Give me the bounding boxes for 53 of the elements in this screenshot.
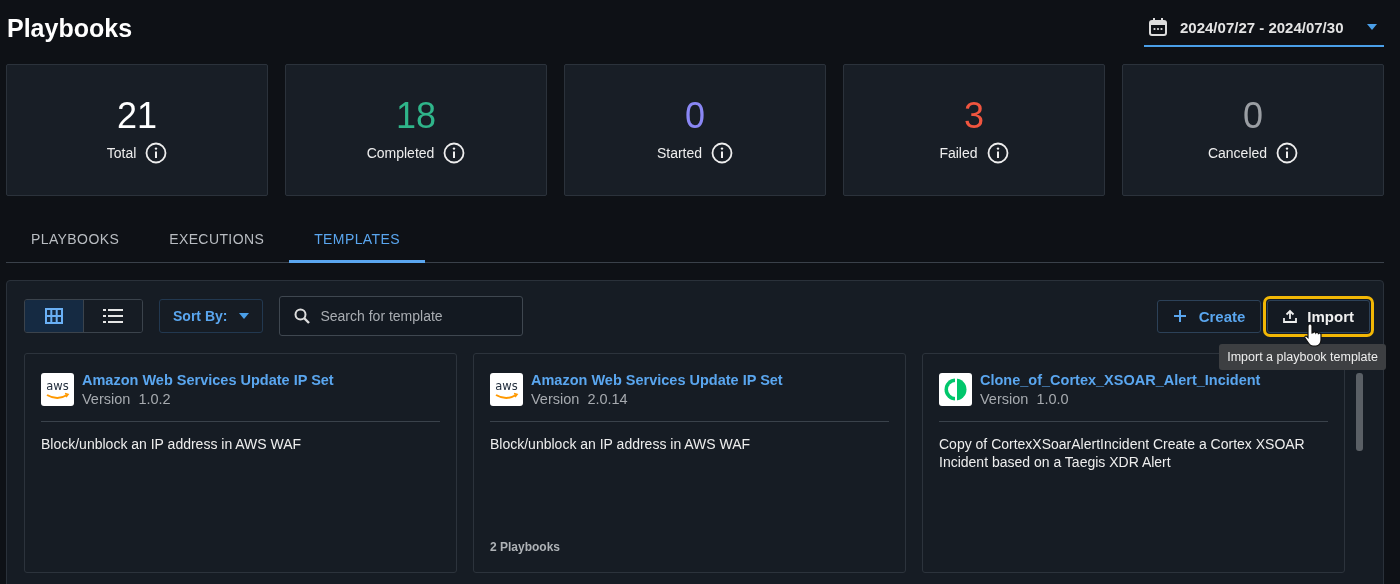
tab[interactable]: EXECUTIONS (144, 214, 290, 263)
upload-icon (1283, 309, 1298, 323)
tooltip: Import a playbook template (1219, 343, 1386, 370)
template-card[interactable]: aws Amazon Web Services Update IP Set Version 2.0.14 Block/unblock an IP address in AWS WAF 2 Playbooks (473, 353, 906, 573)
caret-icon (239, 313, 250, 319)
caret-icon (1366, 23, 1378, 31)
info-icon (711, 142, 734, 164)
calendar-icon (1148, 17, 1168, 37)
template-description: Block/unblock an IP address in AWS WAF (490, 435, 752, 453)
plus-icon (1172, 309, 1187, 323)
template-title[interactable]: Clone_of_Cortex_XSOAR_Alert_Incident (980, 372, 1261, 388)
list-icon (103, 309, 123, 323)
sort-dropdown[interactable]: Sort By: (159, 299, 264, 333)
stat-value: 21 (116, 96, 157, 136)
version-label: Version (531, 391, 580, 407)
tab[interactable]: PLAYBOOKS (6, 214, 145, 263)
stat-label: Total (106, 145, 137, 161)
page-title: Playbooks (7, 13, 133, 43)
info-icon (1276, 142, 1299, 164)
version-number: 2.0.14 (587, 391, 628, 407)
stat-value: 3 (964, 96, 984, 136)
grid-view-button[interactable] (25, 300, 83, 332)
version-label: Version (82, 391, 131, 407)
stat-label: Started (656, 145, 703, 161)
playbook-count: 2 Playbooks (490, 540, 562, 554)
stat-value: 0 (1243, 96, 1263, 136)
grid-icon (45, 308, 63, 324)
search-icon (294, 308, 311, 324)
version-number: 1.0.2 (138, 391, 171, 407)
search-field[interactable]: Search for template (279, 296, 524, 336)
version-label: Version (980, 391, 1029, 407)
stat-value: 0 (685, 96, 705, 136)
aws-logo-icon: aws (490, 373, 523, 406)
date-range-picker[interactable]: 2024/07/27 - 2024/07/30 (1144, 11, 1384, 47)
stat-label: Failed (939, 145, 978, 161)
stat-label: Completed (366, 145, 435, 161)
tab[interactable]: TEMPLATES (289, 214, 425, 263)
info-icon (145, 142, 168, 164)
half-circle-logo-icon (939, 373, 972, 406)
template-description: Block/unblock an IP address in AWS WAF (41, 435, 303, 453)
create-button[interactable]: Create (1156, 299, 1262, 333)
info-icon (986, 142, 1009, 164)
template-card[interactable]: aws Amazon Web Services Update IP Set Version 1.0.2 Block/unblock an IP address in AWS WAF (24, 353, 457, 573)
scrollbar[interactable] (1356, 373, 1363, 451)
template-title[interactable]: Amazon Web Services Update IP Set (82, 372, 334, 388)
stat-value: 18 (395, 96, 436, 136)
info-icon (443, 142, 466, 164)
list-view-button[interactable] (83, 300, 142, 332)
template-description: Copy of CortexXSoarAlertIncident Create a Cortex XSOAR Incident based on a Taegis XDR Alert (939, 435, 1306, 471)
version-number: 1.0.0 (1036, 391, 1069, 407)
template-title[interactable]: Amazon Web Services Update IP Set (531, 372, 783, 388)
aws-logo-icon: aws (41, 373, 74, 406)
stat-label: Canceled (1207, 145, 1268, 161)
